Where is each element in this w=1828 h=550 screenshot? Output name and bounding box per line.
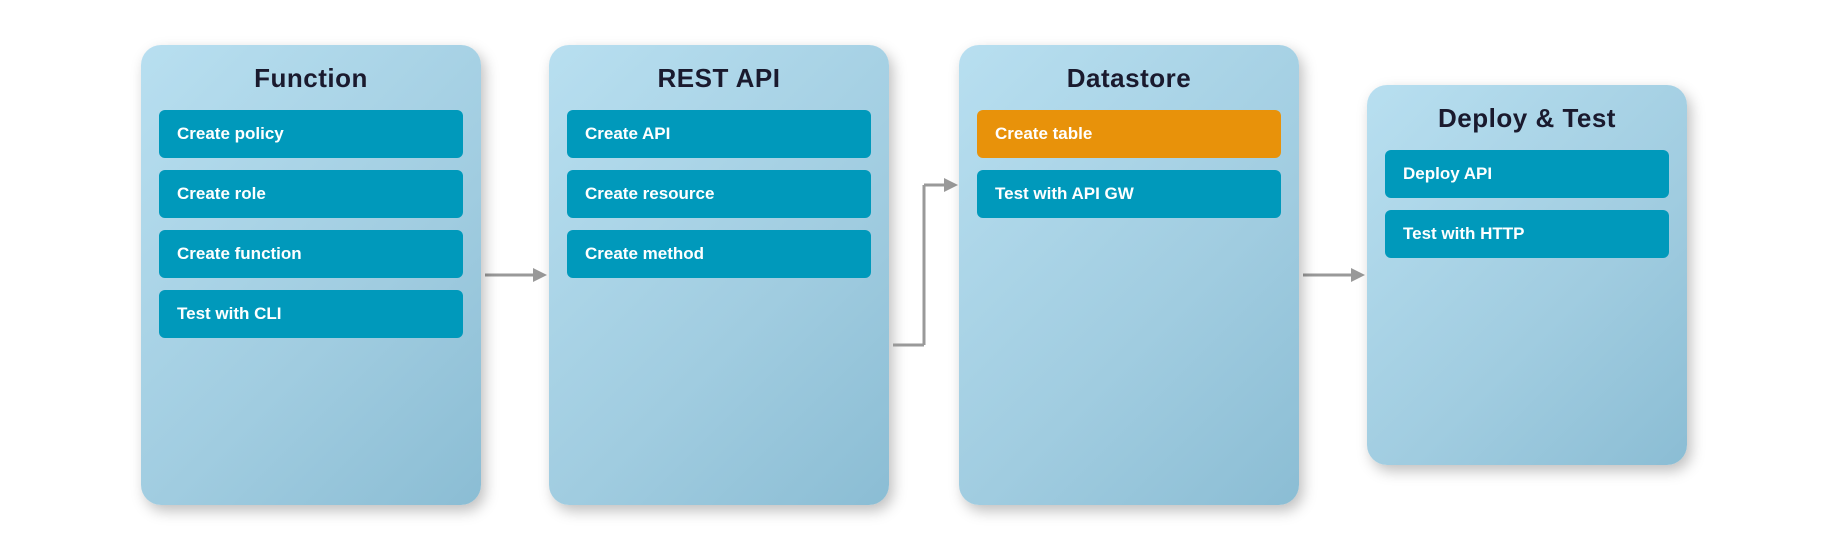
- btn-deploy-api[interactable]: Deploy API: [1385, 150, 1669, 198]
- arrow-1: [481, 260, 549, 290]
- function-btn-list: Create policy Create role Create functio…: [159, 110, 463, 338]
- diagram: Function Create policy Create role Creat…: [0, 25, 1828, 525]
- btn-test-api-gw[interactable]: Test with API GW: [977, 170, 1281, 218]
- arrow-3: [1299, 260, 1367, 290]
- panel-rest-api-title: REST API: [567, 63, 871, 94]
- btn-create-resource[interactable]: Create resource: [567, 170, 871, 218]
- panel-rest-api: REST API Create API Create resource Crea…: [549, 45, 889, 505]
- datastore-btn-list: Create table Test with API GW: [977, 110, 1281, 218]
- btn-create-api[interactable]: Create API: [567, 110, 871, 158]
- panel-deploy-test: Deploy & Test Deploy API Test with HTTP: [1367, 85, 1687, 465]
- panel-datastore-title: Datastore: [977, 63, 1281, 94]
- arrow-2: [889, 45, 959, 505]
- btn-test-cli[interactable]: Test with CLI: [159, 290, 463, 338]
- rest-api-btn-list: Create API Create resource Create method: [567, 110, 871, 278]
- btn-create-table[interactable]: Create table: [977, 110, 1281, 158]
- btn-create-policy[interactable]: Create policy: [159, 110, 463, 158]
- btn-create-role[interactable]: Create role: [159, 170, 463, 218]
- btn-create-function[interactable]: Create function: [159, 230, 463, 278]
- btn-create-method[interactable]: Create method: [567, 230, 871, 278]
- deploy-test-btn-list: Deploy API Test with HTTP: [1385, 150, 1669, 258]
- btn-test-http[interactable]: Test with HTTP: [1385, 210, 1669, 258]
- panel-function-title: Function: [159, 63, 463, 94]
- panel-datastore: Datastore Create table Test with API GW: [959, 45, 1299, 505]
- panel-deploy-test-title: Deploy & Test: [1385, 103, 1669, 134]
- panel-function: Function Create policy Create role Creat…: [141, 45, 481, 505]
